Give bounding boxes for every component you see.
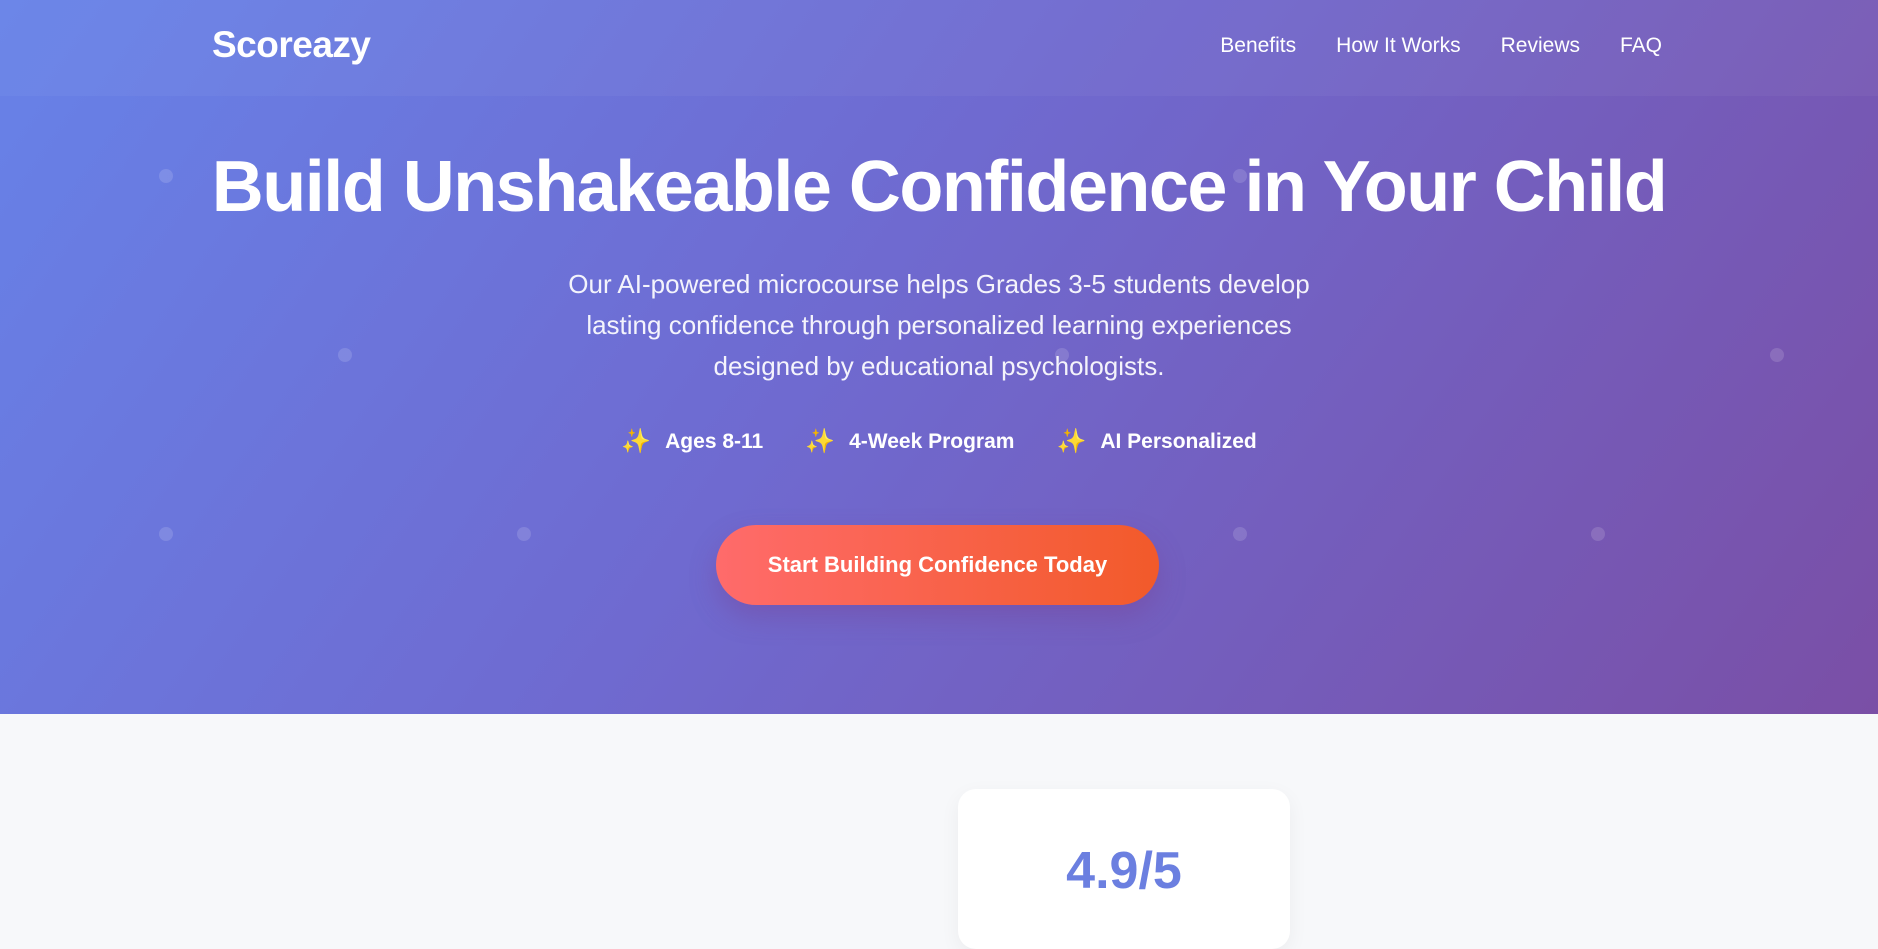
decorative-dot [338,348,352,362]
feature-label: 4-Week Program [849,430,1015,453]
feature-item: ✨ Ages 8-11 [621,430,763,454]
decorative-dot [1770,348,1784,362]
feature-list: ✨ Ages 8-11 ✨ 4-Week Program ✨ AI Person… [0,430,1878,454]
nav-link-how-it-works[interactable]: How It Works [1336,34,1460,58]
nav-links: Benefits How It Works Reviews FAQ [1220,34,1662,58]
feature-item: ✨ 4-Week Program [805,430,1014,454]
decorative-dot [1591,527,1605,541]
start-building-confidence-button[interactable]: Start Building Confidence Today [716,525,1159,605]
sparkles-icon: ✨ [805,428,836,455]
feature-label: AI Personalized [1100,430,1257,453]
hero-subtitle: Our AI-powered microcourse helps Grades … [568,269,1310,381]
nav-link-reviews[interactable]: Reviews [1501,34,1580,58]
decorative-dot [1233,527,1247,541]
feature-item: ✨ AI Personalized [1056,430,1256,454]
decorative-dot [517,527,531,541]
nav-link-benefits[interactable]: Benefits [1220,34,1296,58]
hero-section: Scoreazy Benefits How It Works Reviews F… [0,0,1878,714]
feature-label: Ages 8-11 [665,430,764,453]
sparkles-icon: ✨ [621,428,652,455]
brand-logo[interactable]: Scoreazy [212,24,371,66]
decorative-dot [159,527,173,541]
sparkles-icon: ✨ [1056,428,1087,455]
nav-link-faq[interactable]: FAQ [1620,34,1662,58]
rating-value: 4.9/5 [1066,842,1182,900]
rating-card: 4.9/5 [958,789,1290,949]
top-navbar: Scoreazy Benefits How It Works Reviews F… [0,0,1878,96]
hero-title: Build Unshakeable Confidence in Your Chi… [211,147,1668,227]
